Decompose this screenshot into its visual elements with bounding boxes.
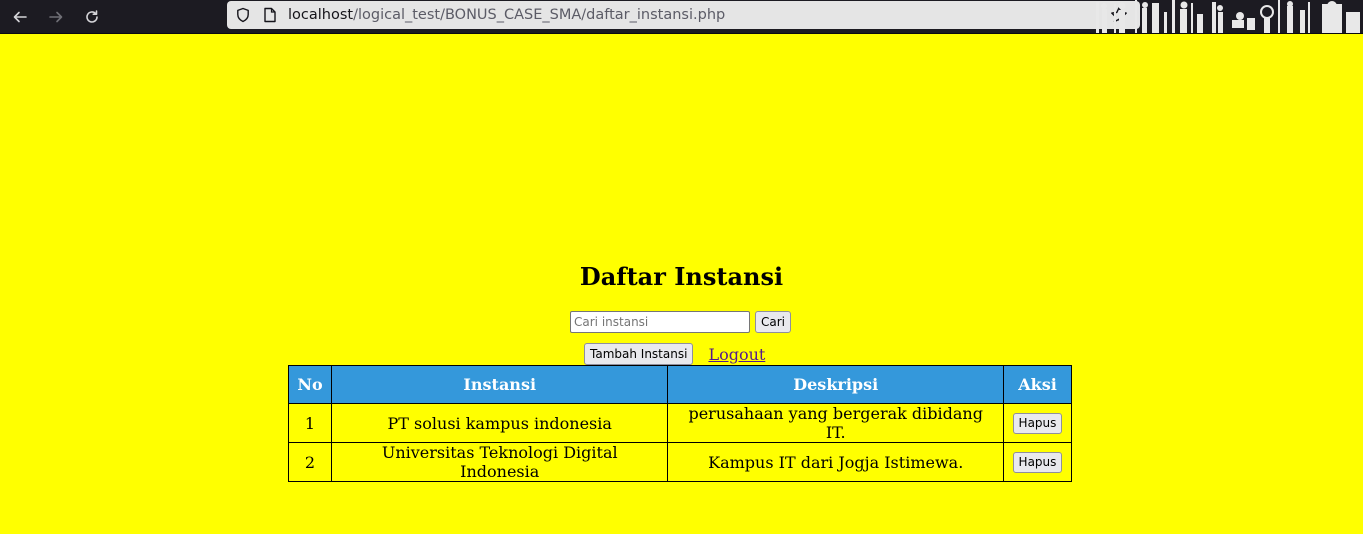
logout-link[interactable]: Logout [708,345,765,364]
address-bar[interactable]: localhost/logical_test/BONUS_CASE_SMA/da… [227,1,1140,29]
cell-deskripsi: perusahaan yang bergerak dibidang IT. [667,403,1004,443]
table-row: 2 Universitas Teknologi Digital Indonesi… [288,442,1073,482]
shield-icon[interactable] [235,7,251,23]
search-input[interactable] [570,311,750,333]
instansi-table: No Instansi Deskripsi Aksi 1 PT solusi k… [288,365,1073,482]
page-title: Daftar Instansi [579,262,784,291]
add-instansi-button[interactable]: Tambah Instansi [584,343,694,365]
cell-deskripsi: Kampus IT dari Jogja Istimewa. [667,442,1004,482]
header-aksi: Aksi [1002,365,1073,404]
header-no: No [288,365,332,404]
page-icon [264,7,276,23]
cell-instansi: Universitas Teknologi Digital Indonesia [330,442,669,482]
header-deskripsi: Deskripsi [667,365,1004,404]
theme-decoration-icon [1096,0,1360,33]
url-text: localhost/logical_test/BONUS_CASE_SMA/da… [288,7,726,23]
action-row: Tambah Instansi Logout [584,343,765,365]
table-header-row: No Instansi Deskripsi Aksi [288,365,1073,404]
back-icon[interactable] [2,3,38,31]
cell-instansi: PT solusi kampus indonesia [330,403,669,443]
browser-toolbar: localhost/logical_test/BONUS_CASE_SMA/da… [0,0,1363,34]
forward-icon[interactable] [38,3,74,31]
cell-no: 2 [288,442,332,482]
cell-aksi: Hapus [1002,403,1073,443]
search-form: Cari [570,311,791,333]
reload-icon[interactable] [74,3,110,31]
delete-button[interactable]: Hapus [1012,451,1063,473]
table-row: 1 PT solusi kampus indonesia perusahaan … [288,403,1073,443]
header-instansi: Instansi [330,365,669,404]
delete-button[interactable]: Hapus [1012,412,1063,434]
cell-no: 1 [288,403,332,443]
cell-aksi: Hapus [1002,442,1073,482]
search-button[interactable]: Cari [755,311,791,333]
